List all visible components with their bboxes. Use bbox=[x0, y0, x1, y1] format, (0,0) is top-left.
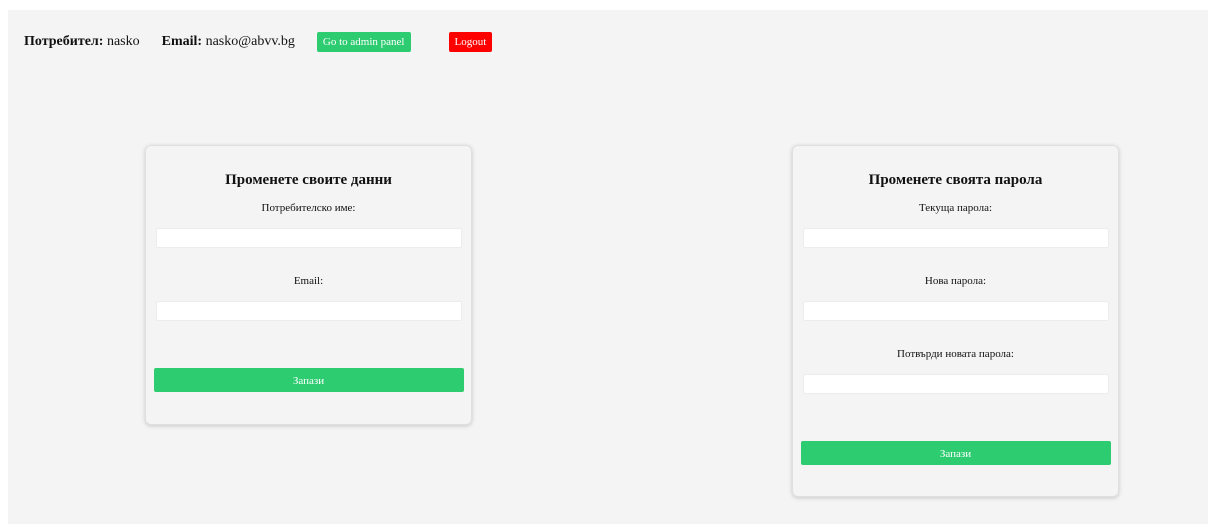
email-label: Email: bbox=[161, 34, 203, 49]
new-password-label: Нова парола: bbox=[924, 275, 987, 287]
form-spacer bbox=[146, 348, 471, 368]
current-password-input[interactable] bbox=[802, 228, 1109, 248]
password-form-card: Променете своята парола Текуща парола: Н… bbox=[792, 145, 1119, 497]
save-password-button[interactable]: Запази bbox=[800, 441, 1111, 465]
email-field-label: Email: bbox=[293, 275, 324, 287]
profile-form-card: Променете своите данни Потребителско име… bbox=[145, 145, 472, 425]
password-form-title: Променете своята парола bbox=[868, 172, 1043, 188]
email-input[interactable] bbox=[155, 301, 462, 321]
confirm-password-input[interactable] bbox=[802, 374, 1109, 394]
form-spacer bbox=[793, 421, 1118, 441]
new-password-input[interactable] bbox=[802, 301, 1109, 321]
email-value: nasko@abvv.bg bbox=[205, 34, 295, 49]
logout-button[interactable]: Logout bbox=[448, 32, 493, 52]
user-label: Потребител: bbox=[24, 34, 104, 49]
user-info-bar: Потребител: nasko Email: nasko@abvv.bg G… bbox=[24, 32, 493, 52]
username-input[interactable] bbox=[155, 228, 462, 248]
user-info: Потребител: nasko bbox=[24, 34, 140, 50]
page-container: Потребител: nasko Email: nasko@abvv.bg G… bbox=[8, 10, 1208, 524]
save-profile-button[interactable]: Запази bbox=[153, 368, 464, 392]
email-info: Email: nasko@abvv.bg bbox=[162, 34, 295, 50]
confirm-password-label: Потвърди новата парола: bbox=[897, 348, 1014, 360]
profile-form-title: Променете своите данни bbox=[225, 172, 392, 188]
username-label: Потребителско име: bbox=[261, 202, 356, 214]
user-value: nasko bbox=[106, 34, 140, 49]
admin-panel-button[interactable]: Go to admin panel bbox=[316, 32, 411, 52]
current-password-label: Текуща парола: bbox=[918, 202, 993, 214]
